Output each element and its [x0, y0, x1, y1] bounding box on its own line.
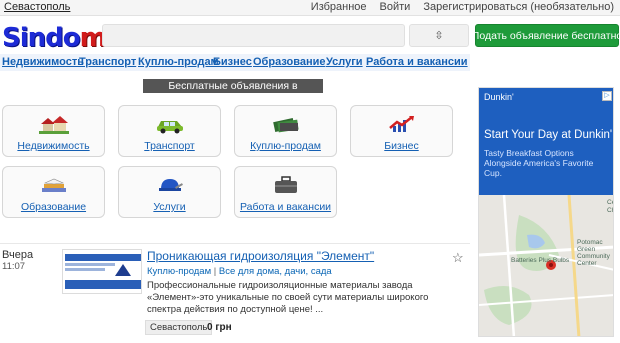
tile-label: Недвижимость [17, 140, 90, 152]
tile-label: Работа и вакансии [239, 201, 332, 213]
listing-thumbnail[interactable] [62, 249, 142, 294]
tile-label: Куплю-продам [250, 140, 321, 152]
select-arrows-icon: ⇳ [434, 30, 444, 42]
favorite-star-icon[interactable]: ☆ [452, 250, 464, 266]
advert-top: Dunkin' ▷ Start Your Day at Dunkin' Tast… [479, 88, 613, 195]
tile-realty[interactable]: Недвижимость [2, 105, 105, 157]
listing-time: 11:07 [2, 261, 26, 272]
worker-helmet-icon [158, 179, 183, 191]
nav-item-jobs[interactable]: Работа и вакансии [366, 56, 468, 68]
listing-category-link[interactable]: Куплю-продам [147, 266, 211, 277]
advert-subtext: Tasty Breakfast Options Alongside Americ… [484, 148, 594, 178]
tile-buy-sell[interactable]: Куплю-продам [234, 105, 337, 157]
houses-icon [38, 116, 69, 134]
nav-item-transport[interactable]: Транспорт [79, 56, 136, 68]
favorites-link[interactable]: Избранное [311, 1, 367, 13]
listing-date: Вчера [2, 249, 34, 261]
books-icon [41, 178, 66, 192]
top-bar: Севастополь Избранное Войти Зарегистриро… [0, 0, 620, 16]
map-label-batteries-plus: Batteries Plus Bulbs [511, 257, 570, 264]
tile-jobs[interactable]: Работа и вакансии [234, 166, 337, 218]
nav-item-realty[interactable]: Недвижимость [2, 56, 84, 68]
listing-city-badge[interactable]: Севастополь [145, 320, 213, 335]
advert-banner[interactable]: Dunkin' ▷ Start Your Day at Dunkin' Tast… [478, 87, 614, 337]
tile-transport[interactable]: Транспорт [118, 105, 221, 157]
listing-categories: Куплю-продам | Все для дома, дачи, сада [147, 266, 332, 277]
city-selector-link[interactable]: Севастополь [4, 1, 70, 13]
post-ad-button[interactable]: Подать объявление бесплатно [472, 24, 620, 47]
listing-divider [0, 243, 470, 244]
tile-label: Транспорт [144, 140, 195, 152]
briefcase-icon [274, 176, 297, 193]
product-image-icon [63, 250, 141, 293]
tile-education[interactable]: Образование [2, 166, 105, 218]
login-link[interactable]: Войти [380, 1, 411, 13]
listing-title-link[interactable]: Проникающая гидроизоляция "Элемент" [147, 249, 374, 263]
nav-item-business[interactable]: Бизнес [213, 56, 252, 68]
nav-item-services[interactable]: Услуги [326, 56, 363, 68]
register-link[interactable]: Зарегистрироваться (необязательно) [423, 1, 614, 13]
site-logo[interactable]: Sindom [2, 23, 107, 53]
listing-price: 0 грн [207, 322, 232, 333]
tile-business[interactable]: Бизнес [350, 105, 453, 157]
search-input[interactable] [102, 24, 405, 47]
advert-map[interactable]: Potomac Green Community Center Batteries… [479, 195, 613, 336]
nav-item-buy-sell[interactable]: Куплю-продам [138, 56, 219, 68]
tile-label: Бизнес [384, 140, 419, 152]
map-label-community-center: Potomac Green Community Center [577, 239, 610, 267]
page-heading: Бесплатные объявления в Севастополе [143, 79, 323, 106]
car-icon [156, 121, 183, 134]
tile-services[interactable]: Услуги [118, 166, 221, 218]
map-label-ce: Ce [607, 199, 613, 206]
tile-label: Услуги [153, 201, 186, 213]
adchoices-icon[interactable]: ▷ [602, 91, 612, 101]
advert-headline: Start Your Day at Dunkin' [484, 129, 613, 141]
nav-item-education[interactable]: Образование [253, 56, 326, 68]
listing-description: Профессиональные гидроизоляционные матер… [147, 280, 429, 315]
category-nav: Недвижимость Транспорт Куплю-продам Бизн… [0, 54, 470, 71]
user-menu: Избранное Войти Зарегистрироваться (необ… [311, 1, 614, 13]
tile-label: Образование [20, 201, 87, 213]
logo-text: Sindo [2, 23, 81, 53]
chart-arrow-icon [388, 116, 414, 132]
money-icon [272, 118, 299, 133]
region-select[interactable]: ⇳ [409, 24, 469, 47]
map-label-ch: Ch [607, 207, 613, 214]
listing-subcategory-link[interactable]: Все для дома, дачи, сада [219, 266, 332, 277]
advert-brand: Dunkin' [484, 92, 514, 102]
